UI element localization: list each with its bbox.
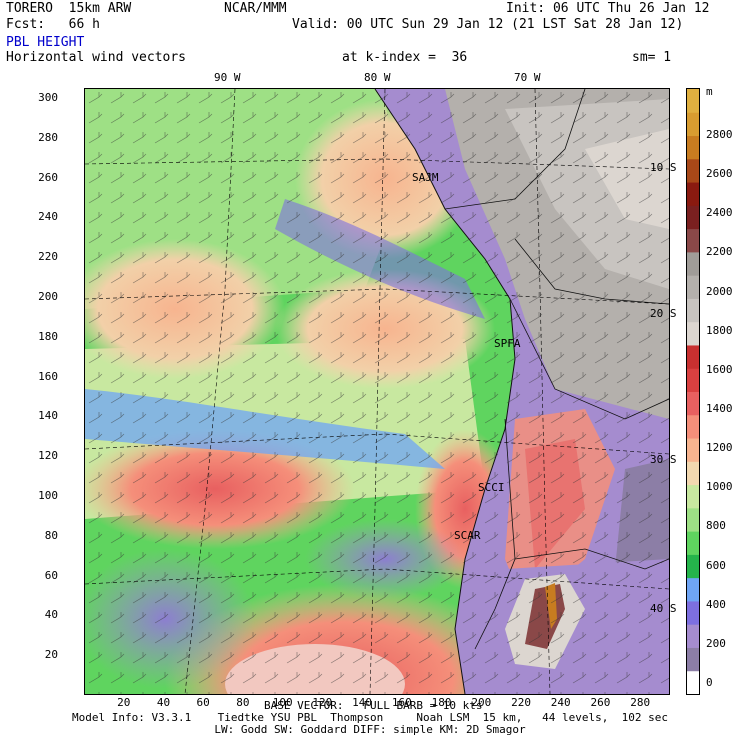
colorbar-segment [687, 600, 699, 625]
colorbar-tick-label: 2400 [706, 206, 733, 220]
y-tick-label: 220 [38, 250, 58, 264]
pbl-height-map [84, 88, 670, 695]
y-tick-label: 260 [38, 170, 58, 184]
colorbar-segment [687, 344, 699, 369]
colorbar-segment [687, 275, 699, 299]
colorbar-tick-label: 1000 [706, 480, 733, 494]
colorbar-segment [687, 507, 699, 532]
x-tick-label: 260 [590, 696, 611, 709]
colorbar-segment [687, 135, 699, 160]
physics-info-line: LW: Godd SW: Goddard DIFF: simple KM: 2D… [214, 723, 526, 736]
field-name: PBL HEIGHT [6, 35, 85, 50]
init-time: Init: 06 UTC Thu 26 Jan 12 [506, 1, 710, 16]
colorbar-tick-label: 0 [706, 676, 713, 689]
x-tick-label: 80 [236, 696, 250, 709]
colorbar-tick-label: 2800 [706, 128, 733, 141]
valid-time: Valid: 00 UTC Sun 29 Jan 12 (21 LST Sat … [292, 17, 684, 32]
colorbar-segment [687, 182, 699, 206]
x-tick-label: 240 [550, 696, 571, 709]
center-label: NCAR/MMM [224, 1, 287, 16]
colorbar-segment [687, 298, 699, 323]
y-tick-label: 100 [38, 488, 58, 502]
y-tick-label: 200 [38, 289, 58, 303]
lon-label: 70 W [514, 71, 541, 84]
x-tick-label: 220 [511, 696, 531, 709]
y-tick-label: 300 [38, 90, 58, 104]
colorbar-tick-label: 2600 [706, 167, 733, 181]
y-tick-label: 60 [44, 568, 58, 582]
colorbar-segment [687, 461, 699, 486]
y-tick-label: 160 [38, 369, 58, 383]
colorbar-segment [687, 484, 699, 509]
colorbar-segment [687, 531, 699, 555]
colorbar-tick-label: 1200 [706, 441, 733, 455]
colorbar-segment [687, 554, 699, 579]
x-tick-label: 20 [117, 696, 131, 709]
y-tick-label: 20 [44, 648, 58, 662]
lat-label: 10 S [650, 161, 677, 174]
colorbar-segment [687, 670, 699, 694]
colorbar-segment [687, 158, 699, 183]
y-tick-label: 120 [38, 449, 58, 463]
lat-label: 20 S [650, 307, 677, 320]
colorbar-segment [687, 438, 699, 462]
colorbar-tick-label: 1600 [706, 362, 733, 376]
model-title: TORERO 15km ARW [6, 1, 132, 16]
lon-label: 80 W [364, 71, 391, 84]
colorbar-tick-label: 1400 [706, 402, 733, 415]
colorbar-tick-label: 2200 [706, 245, 733, 259]
y-tick-label: 80 [44, 528, 58, 542]
colorbar-segment [687, 89, 699, 113]
lat-label: 30 S [650, 453, 677, 466]
colorbar-segment [687, 205, 699, 230]
y-tick-label: 180 [38, 329, 58, 343]
x-tick-label: 40 [156, 696, 171, 709]
colorbar-tick-label: 2000 [706, 284, 733, 298]
x-tick-label: 280 [630, 696, 651, 709]
y-tick-label: 140 [38, 409, 58, 423]
colorbar-segment [687, 228, 699, 253]
station-label: SCCI [478, 481, 505, 494]
colorbar-tick-label: 600 [706, 558, 726, 572]
vector-label: Horizontal wind vectors [6, 50, 187, 65]
colorbar-tick-label: 400 [706, 597, 726, 611]
colorbar-tick-label: 1800 [706, 323, 733, 337]
colorbar [686, 88, 700, 695]
colorbar-segment [687, 251, 699, 276]
lon-label: 90 W [214, 71, 241, 84]
forecast-hour: Fcst: 66 h [6, 17, 100, 32]
station-label: SCAR [454, 529, 481, 542]
colorbar-segment [687, 647, 699, 672]
colorbar-segment [687, 368, 699, 392]
y-tick-label: 240 [38, 210, 58, 224]
y-tick-label: 280 [38, 130, 58, 144]
colorbar-segment [687, 624, 699, 648]
colorbar-segment [687, 321, 699, 346]
colorbar-segment [687, 391, 699, 416]
colorbar-segment [687, 414, 699, 439]
colorbar-tick-label: 800 [706, 519, 726, 533]
colorbar-segment [687, 112, 699, 137]
station-label: SAJM [412, 171, 439, 184]
lat-label: 40 S [650, 602, 677, 615]
x-tick-label: 60 [196, 696, 210, 709]
y-tick-label: 40 [44, 608, 58, 622]
colorbar-tick-label: 200 [706, 636, 726, 650]
smoothing-label: sm= 1 [632, 50, 672, 65]
station-label: SPFA [494, 337, 521, 350]
colorbar-unit: m [706, 85, 713, 98]
k-index-label: at k-index = 36 [342, 50, 468, 65]
colorbar-segment [687, 577, 699, 602]
